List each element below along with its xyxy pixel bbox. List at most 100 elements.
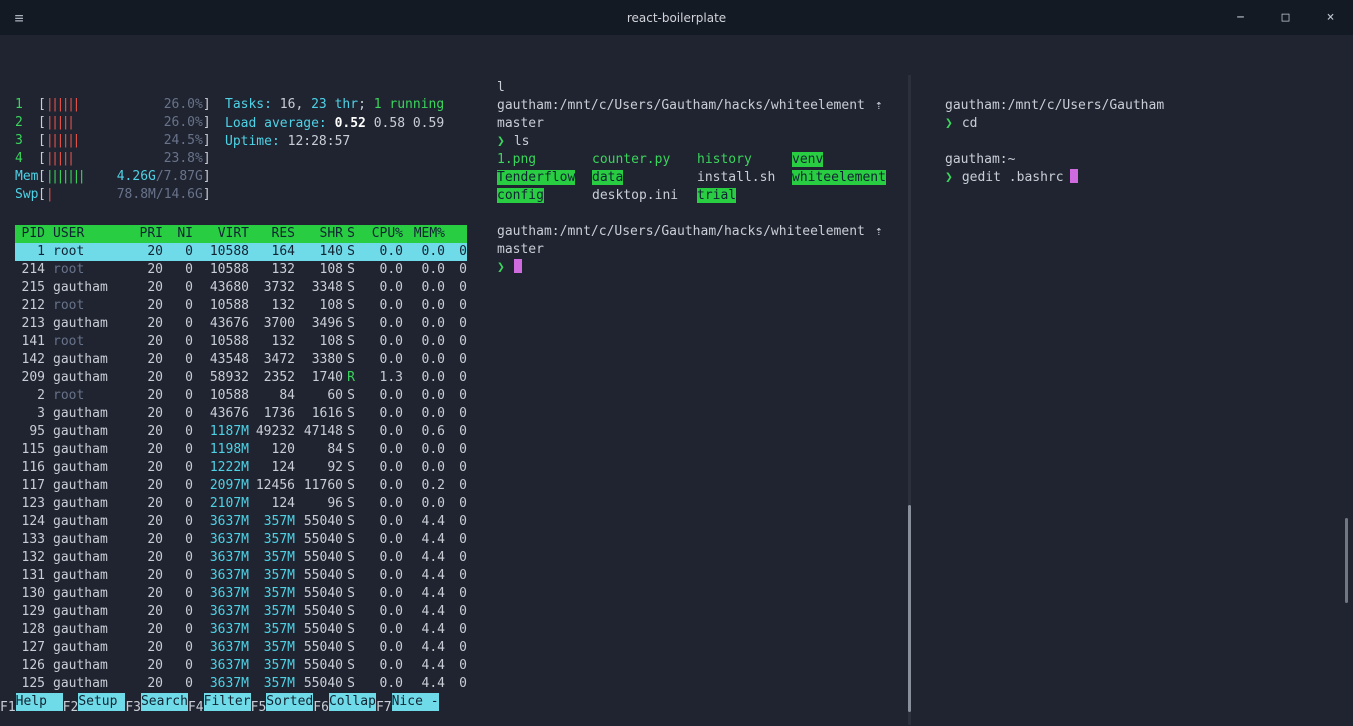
fnkey-f3[interactable]: F3Search — [125, 693, 188, 717]
process-cell: 0 — [163, 603, 193, 621]
right-scrollbar-thumb[interactable] — [1345, 518, 1348, 603]
process-row[interactable]: 117gautham2002097M1245611760S0.00.20 — [15, 477, 467, 495]
process-cell: 120 — [249, 441, 295, 459]
process-cell: 116 — [15, 459, 45, 477]
column-header[interactable]: NI — [163, 225, 193, 243]
window-title: react-boilerplate — [0, 11, 1353, 25]
process-row[interactable]: 2root200105888460S0.00.00 — [15, 387, 467, 405]
column-header[interactable]: VIRT — [193, 225, 249, 243]
fnkey-f4[interactable]: F4Filter — [188, 693, 251, 717]
process-row[interactable]: 215gautham2004368037323348S0.00.00 — [15, 279, 467, 297]
process-cell: 0.0 — [403, 279, 445, 297]
process-cell: 20 — [125, 333, 163, 351]
process-cell: gautham — [45, 657, 125, 675]
process-cell: gautham — [45, 531, 125, 549]
process-row[interactable]: 212root20010588132108S0.00.00 — [15, 297, 467, 315]
process-row[interactable]: 128gautham2003637M357M55040S0.04.40 — [15, 621, 467, 639]
process-row[interactable]: 115gautham2001198M12084S0.00.00 — [15, 441, 467, 459]
process-row[interactable]: 3gautham2004367617361616S0.00.00 — [15, 405, 467, 423]
uptime-line: Uptime: 12:28:57 — [225, 133, 444, 152]
process-row[interactable]: 131gautham2003637M357M55040S0.04.40 — [15, 567, 467, 585]
process-row[interactable]: 209gautham2005893223521740R1.30.00 — [15, 369, 467, 387]
column-header[interactable]: PRI — [125, 225, 163, 243]
process-cell: 0 — [163, 387, 193, 405]
right-terminal-pane[interactable]: gautham:/mnt/c/Users/Gautham ❯cd gautham… — [945, 97, 1345, 187]
process-cell: 20 — [125, 603, 163, 621]
middle-scrollbar-thumb[interactable] — [908, 505, 911, 712]
process-cell: 0 — [445, 387, 467, 405]
process-cell: 95 — [15, 423, 45, 441]
process-cell: 10588 — [193, 297, 249, 315]
command-text: ls — [514, 134, 530, 149]
process-cell: 0 — [445, 441, 467, 459]
process-cell: 357M — [249, 621, 295, 639]
process-cell: 0 — [163, 243, 193, 261]
menu-icon[interactable]: ≡ — [0, 9, 38, 27]
process-cell: 10588 — [193, 387, 249, 405]
process-cell: 128 — [15, 621, 45, 639]
fnkey-f1[interactable]: F1Help — [0, 693, 63, 717]
column-header[interactable]: S — [343, 225, 359, 243]
process-cell: gautham — [45, 405, 125, 423]
middle-terminal-pane[interactable]: l gautham:/mnt/c/Users/Gautham/hacks/whi… — [497, 79, 910, 277]
process-cell: 124 — [249, 459, 295, 477]
process-cell: gautham — [45, 315, 125, 333]
process-row[interactable]: 129gautham2003637M357M55040S0.04.40 — [15, 603, 467, 621]
column-header[interactable] — [445, 225, 467, 243]
process-cell: 0 — [163, 657, 193, 675]
ls-item: data — [592, 170, 623, 185]
prompt-path-line: gautham:~ — [945, 151, 1345, 169]
process-row[interactable]: 132gautham2003637M357M55040S0.04.40 — [15, 549, 467, 567]
process-cell: 3637M — [193, 567, 249, 585]
process-row[interactable]: 214root20010588132108S0.00.00 — [15, 261, 467, 279]
process-cell: 55040 — [295, 567, 343, 585]
fnkey-f2[interactable]: F2Setup — [63, 693, 126, 717]
column-header[interactable]: USER — [45, 225, 125, 243]
minimize-button[interactable]: − — [1218, 0, 1263, 35]
process-row[interactable]: 133gautham2003637M357M55040S0.04.40 — [15, 531, 467, 549]
process-row[interactable]: 130gautham2003637M357M55040S0.04.40 — [15, 585, 467, 603]
process-row[interactable]: 141root20010588132108S0.00.00 — [15, 333, 467, 351]
process-cell: 124 — [249, 495, 295, 513]
process-cell: 20 — [125, 657, 163, 675]
process-cell: gautham — [45, 495, 125, 513]
fnkey-f7[interactable]: F7Nice - — [376, 693, 439, 717]
process-cell: 55040 — [295, 639, 343, 657]
column-header[interactable]: CPU% — [359, 225, 403, 243]
process-cell: 84 — [249, 387, 295, 405]
process-cell: 0 — [163, 585, 193, 603]
process-row[interactable]: 213gautham2004367637003496S0.00.00 — [15, 315, 467, 333]
process-cell: 60 — [295, 387, 343, 405]
process-cell: 0.0 — [403, 333, 445, 351]
maximize-button[interactable]: □ — [1263, 0, 1308, 35]
process-cell: 1.3 — [359, 369, 403, 387]
close-button[interactable]: × — [1308, 0, 1353, 35]
process-cell: 133 — [15, 531, 45, 549]
process-cell: 55040 — [295, 585, 343, 603]
ls-item: counter.py — [592, 152, 670, 167]
process-row[interactable]: 126gautham2003637M357M55040S0.04.40 — [15, 657, 467, 675]
process-cell: root — [45, 261, 125, 279]
process-cell: 55040 — [295, 549, 343, 567]
process-row[interactable]: 116gautham2001222M12492S0.00.00 — [15, 459, 467, 477]
window-controls: − □ × — [1218, 0, 1353, 35]
process-row[interactable]: 142gautham2004354834723380S0.00.00 — [15, 351, 467, 369]
process-row[interactable]: 123gautham2002107M12496S0.00.00 — [15, 495, 467, 513]
git-ahead-icon: ⇡ — [875, 98, 883, 113]
htop-pane[interactable]: 1[||||||26.0%]2[|||||26.0%]3[||||||24.5%… — [0, 35, 488, 726]
process-row[interactable]: 125gautham2003637M357M55040S0.04.40 — [15, 675, 467, 693]
fnkey-f5[interactable]: F5Sorted — [251, 693, 314, 717]
process-cell: 3637M — [193, 513, 249, 531]
process-cell: 141 — [15, 333, 45, 351]
process-row[interactable]: 95gautham2001187M4923247148S0.00.60 — [15, 423, 467, 441]
process-cell: 357M — [249, 585, 295, 603]
column-header[interactable]: PID — [15, 225, 45, 243]
process-row[interactable]: 124gautham2003637M357M55040S0.04.40 — [15, 513, 467, 531]
process-cell: 0 — [163, 621, 193, 639]
column-header[interactable]: RES — [249, 225, 295, 243]
column-header[interactable]: MEM% — [403, 225, 445, 243]
column-header[interactable]: SHR — [295, 225, 343, 243]
process-row[interactable]: 127gautham2003637M357M55040S0.04.40 — [15, 639, 467, 657]
process-row[interactable]: 1root20010588164140S0.00.00 — [15, 243, 467, 261]
fnkey-f6[interactable]: F6Collap — [313, 693, 376, 717]
